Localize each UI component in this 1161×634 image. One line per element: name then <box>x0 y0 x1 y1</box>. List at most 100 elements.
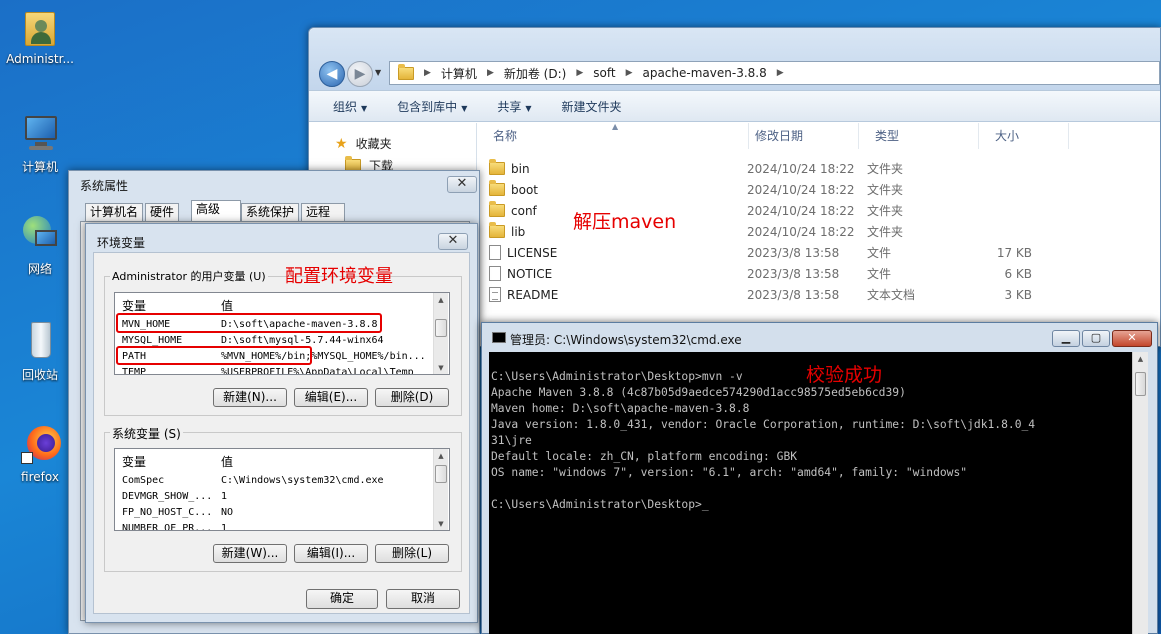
variable-value[interactable]: C:\Windows\system32\cmd.exe <box>221 475 384 486</box>
desktop-icon-network[interactable]: 网络 <box>5 214 75 277</box>
system-delete-button[interactable]: 删除(L) <box>375 544 449 563</box>
system-properties-close-button[interactable]: ✕ <box>447 176 477 193</box>
system-edit-button[interactable]: 编辑(I)... <box>294 544 368 563</box>
cmd-scrollbar[interactable]: ▲ <box>1132 352 1148 634</box>
breadcrumb-soft[interactable]: soft <box>593 66 615 80</box>
scroll-thumb[interactable] <box>435 465 447 483</box>
desktop-icon-label: firefox <box>21 470 59 484</box>
cmd-line: Default locale: zh_CN, platform encoding… <box>491 450 798 463</box>
column-date[interactable]: 修改日期 <box>739 123 859 149</box>
cmd-close-button[interactable]: ✕ <box>1112 330 1152 347</box>
cancel-button[interactable]: 取消 <box>386 589 460 609</box>
file-name-cell: bin <box>489 159 747 176</box>
back-button[interactable]: ◀ <box>319 61 345 87</box>
variable-name[interactable]: TEMP <box>122 367 146 374</box>
user-col-value[interactable]: 值 <box>221 297 233 314</box>
variable-name[interactable]: DEVMGR_SHOW_... <box>122 491 212 502</box>
annotation-unzip: 解压maven <box>573 211 677 233</box>
variable-name[interactable]: MYSQL_HOME <box>122 335 182 346</box>
user-edit-button[interactable]: 编辑(E)... <box>294 388 368 407</box>
file-row[interactable]: boot 2024/10/24 18:22 文件夹 <box>489 179 1059 200</box>
user-list-scrollbar[interactable]: ▲ ▼ <box>433 293 448 374</box>
share-menu[interactable]: 共享 ▼ <box>497 98 531 115</box>
desktop-icon-user[interactable]: Administr... <box>5 6 75 66</box>
address-bar[interactable]: ▶ 计算机 ▶ 新加卷 (D:) ▶ soft ▶ apache-maven-3… <box>389 61 1160 85</box>
variable-value[interactable]: D:\soft\mysql-5.7.44-winx64 <box>221 335 384 346</box>
cmd-line: OS name: "windows 7", version: "6.1", ar… <box>491 466 968 479</box>
variable-name[interactable]: FP_NO_HOST_C... <box>122 507 212 518</box>
system-col-value[interactable]: 值 <box>221 453 233 470</box>
column-type[interactable]: 类型 <box>859 123 979 149</box>
new-folder-button[interactable]: 新建文件夹 <box>562 98 622 115</box>
scroll-up-icon[interactable]: ▲ <box>1133 352 1148 367</box>
file-row[interactable]: README 2023/3/8 13:58 文本文档 3 KB <box>489 284 1059 305</box>
tab-system-protection[interactable]: 系统保护 <box>241 203 300 222</box>
tab-remote[interactable]: 远程 <box>301 203 345 222</box>
variable-name[interactable]: ComSpec <box>122 475 164 486</box>
file-name-cell: NOTICE <box>489 266 747 281</box>
firefox-icon <box>19 424 61 466</box>
system-new-button[interactable]: 新建(W)... <box>213 544 287 563</box>
file-row[interactable]: bin 2024/10/24 18:22 文件夹 <box>489 158 1059 179</box>
desktop-icon-recycle-bin[interactable]: 回收站 <box>5 320 75 383</box>
organize-menu[interactable]: 组织 ▼ <box>333 98 367 115</box>
file-row[interactable]: LICENSE 2023/3/8 13:58 文件 17 KB <box>489 242 1059 263</box>
scroll-thumb[interactable] <box>435 319 447 337</box>
variable-value[interactable]: NO <box>221 507 233 518</box>
file-date: 2024/10/24 18:22 <box>747 224 855 239</box>
tab-hardware[interactable]: 硬件 <box>145 203 180 222</box>
file-date: 2024/10/24 18:22 <box>747 203 855 218</box>
breadcrumb-maven[interactable]: apache-maven-3.8.8 <box>642 66 766 80</box>
file-type: 文件夹 <box>867 183 904 197</box>
nav-favorites[interactable]: ★ 收藏夹 <box>335 135 392 152</box>
desktop-icon-computer[interactable]: 计算机 <box>5 112 75 175</box>
user-col-variable[interactable]: 变量 <box>122 297 146 314</box>
scroll-down-icon[interactable]: ▼ <box>434 361 448 374</box>
user-new-button[interactable]: 新建(N)... <box>213 388 287 407</box>
annotation-config-env: 配置环境变量 <box>285 266 393 287</box>
tab-advanced[interactable]: 高级 <box>191 200 241 222</box>
breadcrumb-separator-icon[interactable]: ▶ <box>576 68 583 78</box>
user-delete-button[interactable]: 删除(D) <box>375 388 449 407</box>
system-list-scrollbar[interactable]: ▲ ▼ <box>433 449 448 530</box>
cmd-minimize-button[interactable]: ▁ <box>1052 330 1080 347</box>
folder-icon <box>489 222 505 238</box>
environment-variables-close-button[interactable]: ✕ <box>438 233 468 250</box>
file-name: README <box>507 287 559 302</box>
file-name-cell: LICENSE <box>489 245 747 260</box>
cmd-maximize-button[interactable]: ▢ <box>1082 330 1110 347</box>
ok-button[interactable]: 确定 <box>306 589 378 609</box>
variable-value[interactable]: %USERPROFILE%\AppData\Local\Temp <box>221 367 414 374</box>
file-name: boot <box>511 182 539 197</box>
file-date: 2024/10/24 18:22 <box>747 182 855 197</box>
tab-computer-name[interactable]: 计算机名 <box>85 203 144 222</box>
file-size: 3 KB <box>1004 287 1032 302</box>
file-row[interactable]: NOTICE 2023/3/8 13:58 文件 6 KB <box>489 263 1059 284</box>
variable-value[interactable]: 1 <box>221 523 227 530</box>
highlight-path <box>116 346 312 365</box>
scroll-thumb[interactable] <box>1135 372 1146 396</box>
scroll-up-icon[interactable]: ▲ <box>434 293 448 307</box>
variable-value[interactable]: 1 <box>221 491 227 502</box>
breadcrumb-computer[interactable]: 计算机 <box>441 65 477 82</box>
breadcrumb-separator-icon[interactable]: ▶ <box>487 68 494 78</box>
system-variables-list[interactable]: 变量 值 ComSpec C:\Windows\system32\cmd.exe D… <box>114 448 450 531</box>
annotation-verify: 校验成功 <box>806 364 883 386</box>
breadcrumb-drive[interactable]: 新加卷 (D:) <box>504 65 566 82</box>
file-type: 文件夹 <box>867 225 904 239</box>
system-col-variable[interactable]: 变量 <box>122 453 146 470</box>
breadcrumb-separator-icon[interactable]: ▶ <box>626 68 633 78</box>
forward-button[interactable]: ▶ <box>347 61 373 87</box>
breadcrumb-separator-icon[interactable]: ▶ <box>777 68 784 78</box>
scroll-up-icon[interactable]: ▲ <box>434 449 448 463</box>
column-size[interactable]: 大小 <box>979 123 1069 149</box>
desktop-icon-label: 回收站 <box>21 368 58 382</box>
include-in-library-menu[interactable]: 包含到库中 ▼ <box>397 98 467 115</box>
scroll-down-icon[interactable]: ▼ <box>434 517 448 530</box>
file-icon <box>489 266 501 281</box>
variable-name[interactable]: NUMBER_OF_PR... <box>122 523 212 530</box>
desktop-icon-firefox[interactable]: firefox <box>5 424 75 484</box>
file-name: lib <box>511 224 526 239</box>
history-dropdown-icon[interactable]: ▼ <box>375 68 381 77</box>
breadcrumb-separator-icon[interactable]: ▶ <box>424 68 431 78</box>
